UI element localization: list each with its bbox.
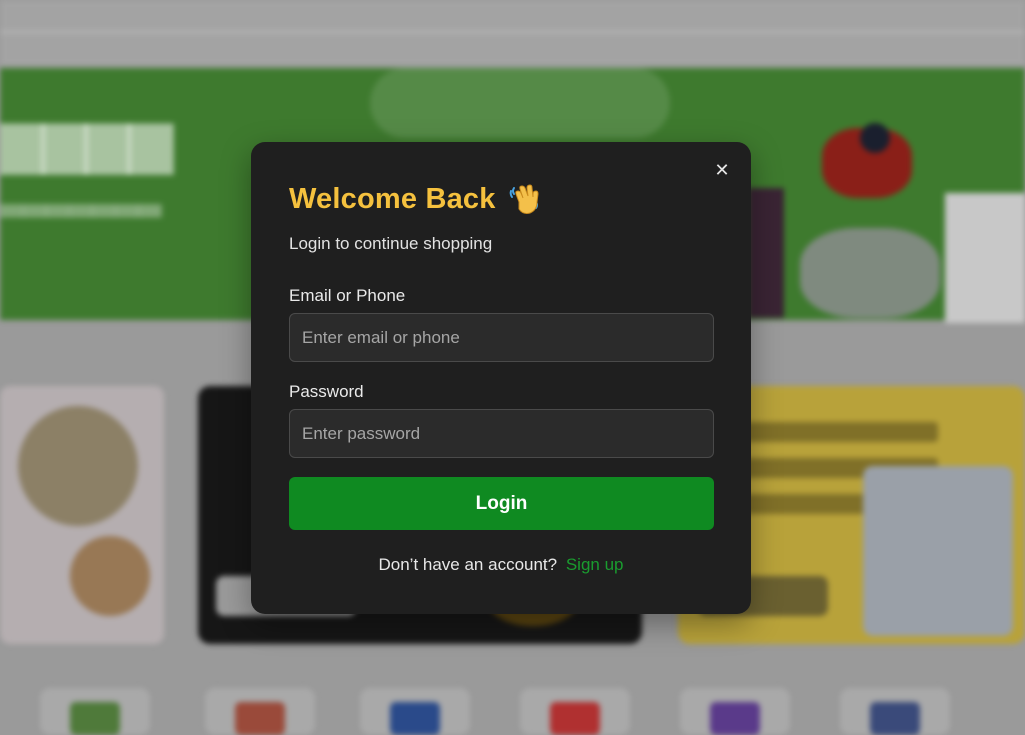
email-label: Email or Phone xyxy=(289,286,406,305)
category-item xyxy=(40,688,150,735)
banner-decoration xyxy=(370,68,670,138)
signup-link[interactable]: Sign up xyxy=(566,555,624,574)
waving-hand-icon xyxy=(508,182,542,216)
category-item xyxy=(680,688,790,735)
modal-subtitle: Login to continue shopping xyxy=(289,234,493,253)
password-field[interactable] xyxy=(289,409,714,458)
close-icon: ✕ xyxy=(714,160,730,181)
food-image xyxy=(70,536,150,616)
banner-headline-blur: ▆▆▆▆ xyxy=(0,109,173,172)
login-modal: ✕ Welcome Back Login to continue shoppin… xyxy=(251,142,751,614)
category-item xyxy=(360,688,470,735)
food-image xyxy=(18,406,138,526)
banner-product-image xyxy=(748,188,784,318)
login-button[interactable]: Login xyxy=(289,477,714,530)
password-label: Password xyxy=(289,382,364,401)
banner-subline-blur: ▃▃▃▃▃▃▃ xyxy=(0,184,162,217)
email-field[interactable] xyxy=(289,313,714,362)
background-header xyxy=(0,0,1025,66)
modal-title: Welcome Back xyxy=(289,182,496,215)
category-item xyxy=(840,688,950,735)
promo-tile-food xyxy=(0,386,164,644)
signup-row: Don’t have an account? Sign up xyxy=(251,555,751,575)
signup-prompt: Don’t have an account? xyxy=(378,555,558,574)
category-item xyxy=(520,688,630,735)
banner-product-image xyxy=(945,193,1025,323)
modal-title-row: Welcome Back xyxy=(289,182,542,216)
banner-product-image xyxy=(860,123,890,153)
category-item xyxy=(205,688,315,735)
banner-product-image xyxy=(800,228,940,318)
promo-image xyxy=(863,466,1013,636)
close-button[interactable]: ✕ xyxy=(711,160,733,182)
category-row xyxy=(0,688,1025,735)
